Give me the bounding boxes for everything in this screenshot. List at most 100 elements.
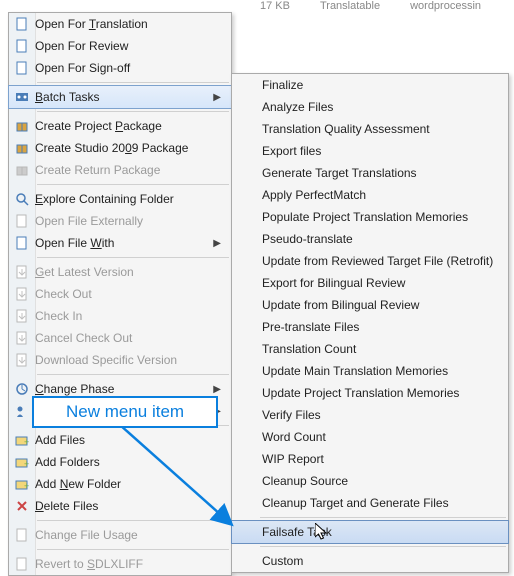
menu-item-delete-files[interactable]: Delete Files [9, 495, 231, 517]
menu-item-label: WIP Report [258, 452, 498, 466]
menu-item-label: Update Project Translation Memories [258, 386, 498, 400]
callout-text: New menu item [66, 402, 184, 421]
menu-item-label: Generate Target Translations [258, 166, 498, 180]
blank-icon [232, 382, 258, 404]
blank-icon [232, 492, 258, 514]
menu-item-label: Batch Tasks [35, 90, 207, 104]
menu-item-open-file-with[interactable]: Open File With▶ [9, 232, 231, 254]
menu-item-create-project-package[interactable]: Create Project Package [9, 115, 231, 137]
menu-item-cancel-check-out: Cancel Check Out [9, 327, 231, 349]
explore-icon [9, 188, 35, 210]
blank-icon [232, 140, 258, 162]
menu-item-wip-report[interactable]: WIP Report [232, 448, 508, 470]
package09-icon [9, 137, 35, 159]
menu-item-change-file-usage: Change File Usage [9, 524, 231, 546]
add-new-folder-icon: + [9, 473, 35, 495]
doc-sign-icon [9, 57, 35, 79]
menu-item-label: Pre-translate Files [258, 320, 498, 334]
menu-item-check-out: Check Out [9, 283, 231, 305]
menu-item-pre-translate-files[interactable]: Pre-translate Files [232, 316, 508, 338]
return-pkg-icon [9, 159, 35, 181]
menu-item-label: Export files [258, 144, 498, 158]
menu-item-label: Translation Quality Assessment [258, 122, 498, 136]
delete-icon [9, 495, 35, 517]
menu-item-open-for-review[interactable]: Open For Review [9, 35, 231, 57]
submenu-arrow-icon: ▶ [213, 92, 221, 103]
menu-item-word-count[interactable]: Word Count [232, 426, 508, 448]
menu-item-label: Open For Review [35, 39, 221, 53]
blank-icon [232, 360, 258, 382]
menu-item-label: Apply PerfectMatch [258, 188, 498, 202]
annotation-callout: New menu item [32, 396, 218, 428]
menu-item-download-specific-version: Download Specific Version [9, 349, 231, 371]
menu-separator [37, 257, 229, 258]
menu-item-label: Get Latest Version [35, 265, 221, 279]
menu-item-export-for-bilingual-review[interactable]: Export for Bilingual Review [232, 272, 508, 294]
menu-item-add-new-folder[interactable]: +Add New Folder [9, 473, 231, 495]
menu-item-label: Explore Containing Folder [35, 192, 221, 206]
menu-item-label: Create Studio 2009 Package [35, 141, 221, 155]
submenu-arrow-icon: ▶ [213, 238, 221, 249]
checkin-icon [9, 305, 35, 327]
menu-item-label: Failsafe Task [258, 525, 498, 539]
menu-item-translation-count[interactable]: Translation Count [232, 338, 508, 360]
menu-item-label: Finalize [258, 78, 498, 92]
menu-item-update-from-bilingual-review[interactable]: Update from Bilingual Review [232, 294, 508, 316]
menu-item-add-folders[interactable]: +Add Folders [9, 451, 231, 473]
menu-item-cleanup-source[interactable]: Cleanup Source [232, 470, 508, 492]
svg-text:+: + [24, 437, 29, 447]
menu-item-pseudo-translate[interactable]: Pseudo-translate [232, 228, 508, 250]
menu-item-open-for-sign-off[interactable]: Open For Sign-off [9, 57, 231, 79]
menu-item-custom[interactable]: Custom [232, 550, 508, 572]
submenu-arrow-icon: ▶ [213, 384, 221, 395]
menu-item-label: Pseudo-translate [258, 232, 498, 246]
menu-item-update-project-translation-memories[interactable]: Update Project Translation Memories [232, 382, 508, 404]
menu-item-verify-files[interactable]: Verify Files [232, 404, 508, 426]
menu-item-label: Create Return Package [35, 163, 221, 177]
blank-icon [232, 162, 258, 184]
menu-item-update-main-translation-memories[interactable]: Update Main Translation Memories [232, 360, 508, 382]
open-with-icon [9, 232, 35, 254]
blank-icon [232, 74, 258, 96]
menu-item-label: Change File Usage [35, 528, 221, 542]
menu-item-update-from-reviewed-target-file-retrofit[interactable]: Update from Reviewed Target File (Retrof… [232, 250, 508, 272]
blank-icon [232, 316, 258, 338]
menu-item-open-for-translation[interactable]: Open For Translation [9, 13, 231, 35]
menu-item-check-in: Check In [9, 305, 231, 327]
svg-text:+: + [24, 459, 29, 469]
blank-icon [232, 206, 258, 228]
menu-item-populate-project-translation-memories[interactable]: Populate Project Translation Memories [232, 206, 508, 228]
menu-item-translation-quality-assessment[interactable]: Translation Quality Assessment [232, 118, 508, 140]
menu-item-generate-target-translations[interactable]: Generate Target Translations [232, 162, 508, 184]
blank-icon [232, 338, 258, 360]
blank-icon [232, 448, 258, 470]
menu-item-add-files[interactable]: + Add Files [9, 429, 231, 451]
menu-item-label: Add Files [35, 433, 221, 447]
menu-item-label: Export for Bilingual Review [258, 276, 498, 290]
menu-item-failsafe-task[interactable]: Failsafe Task [231, 520, 509, 544]
menu-item-label: Translation Count [258, 342, 498, 356]
menu-item-label: Cleanup Source [258, 474, 498, 488]
blank-icon [232, 521, 258, 543]
menu-item-label: Download Specific Version [35, 353, 221, 367]
menu-item-export-files[interactable]: Export files [232, 140, 508, 162]
menu-item-label: Open File Externally [35, 214, 221, 228]
menu-item-create-studio-2009-package[interactable]: Create Studio 2009 Package [9, 137, 231, 159]
context-menu[interactable]: Open For Translation Open For Review Open … [8, 12, 232, 576]
menu-item-label: Update Main Translation Memories [258, 364, 498, 378]
blank-icon [232, 426, 258, 448]
batch-tasks-submenu[interactable]: Finalize Analyze Files Translation Quality… [231, 73, 509, 573]
menu-item-explore-containing-folder[interactable]: Explore Containing Folder [9, 188, 231, 210]
menu-item-apply-perfectmatch[interactable]: Apply PerfectMatch [232, 184, 508, 206]
menu-item-cleanup-target-and-generate-files[interactable]: Cleanup Target and Generate Files [232, 492, 508, 514]
blank-icon [232, 404, 258, 426]
menu-item-label: Delete Files [35, 499, 221, 513]
download-ver-icon [9, 349, 35, 371]
add-files-icon: + [9, 429, 35, 451]
menu-item-analyze-files[interactable]: Analyze Files [232, 96, 508, 118]
bg-size: 17 KB [260, 0, 290, 14]
svg-text:+: + [24, 481, 29, 491]
menu-item-batch-tasks[interactable]: Batch Tasks ▶ [8, 85, 232, 109]
menu-item-finalize[interactable]: Finalize [232, 74, 508, 96]
menu-item-label: Cancel Check Out [35, 331, 221, 345]
